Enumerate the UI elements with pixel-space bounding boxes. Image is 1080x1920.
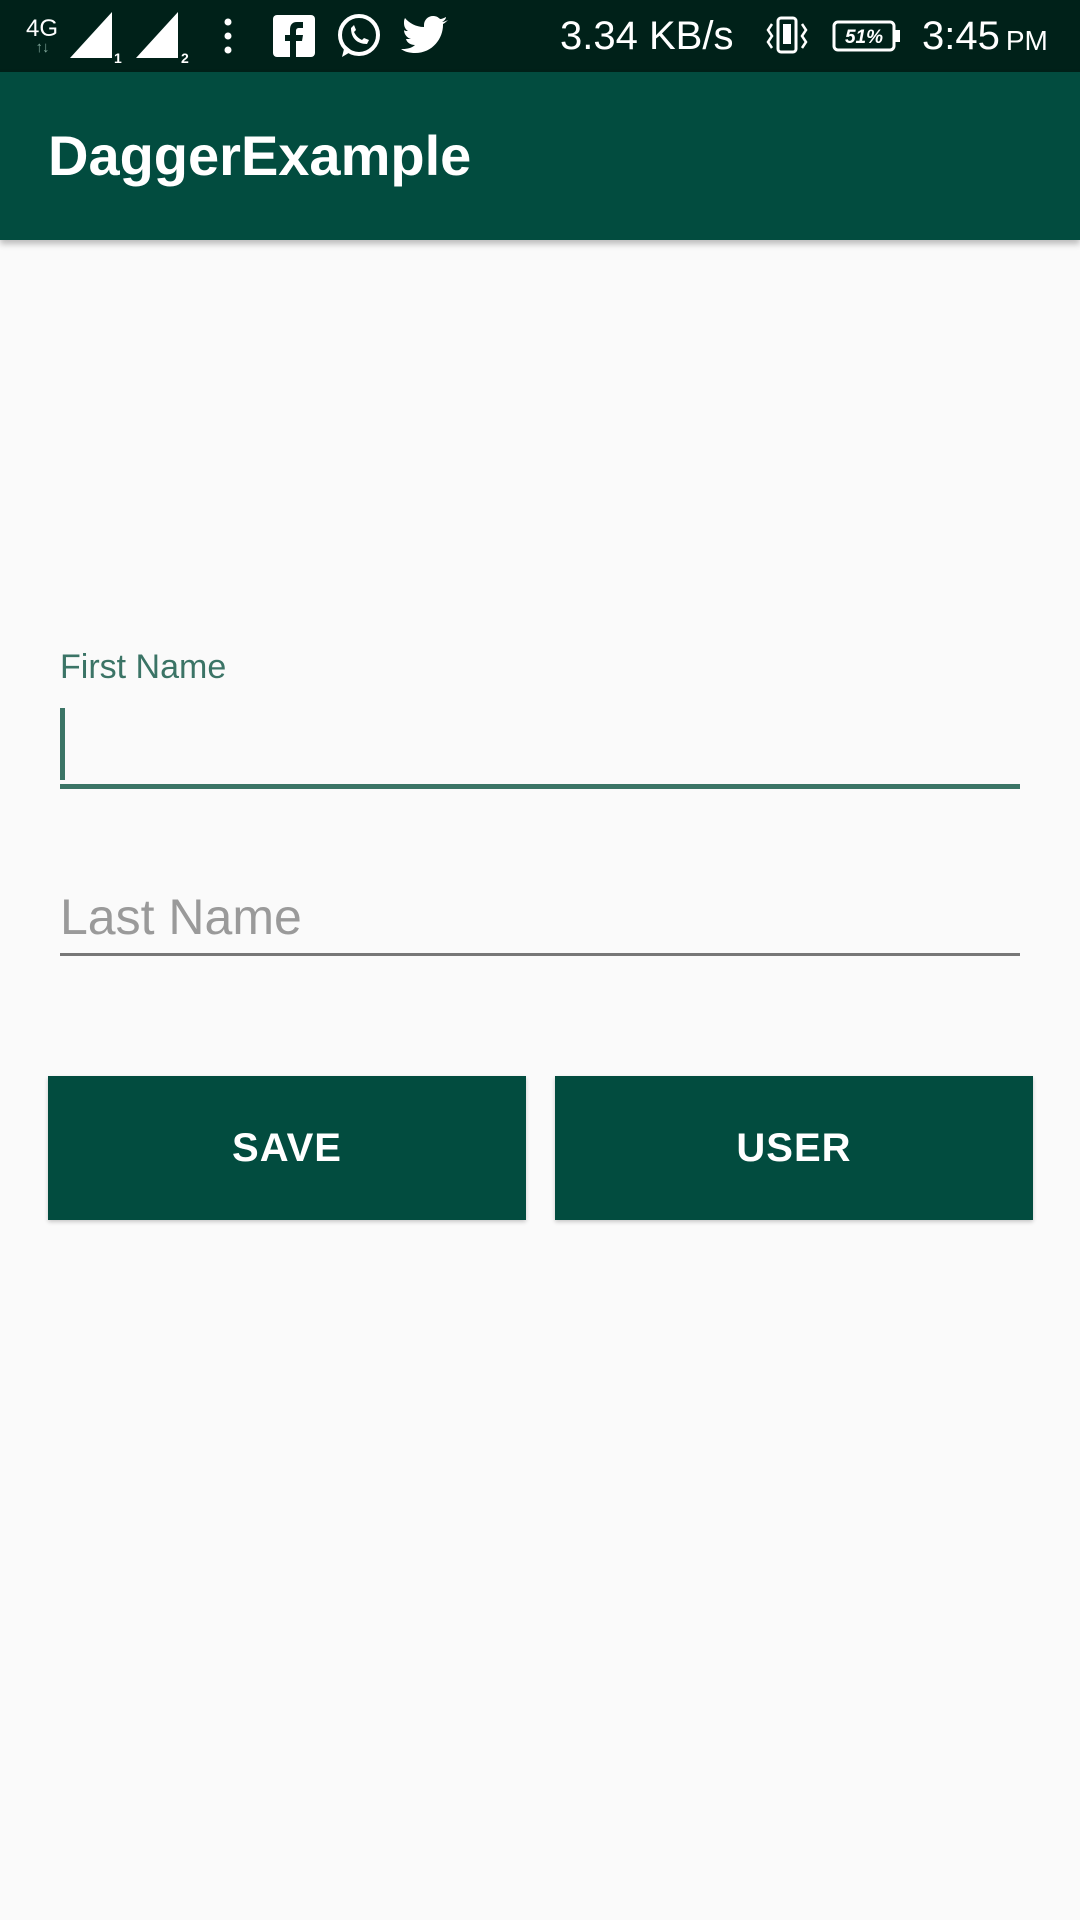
user-button[interactable]: USER <box>555 1076 1033 1220</box>
first-name-label: First Name <box>60 648 227 686</box>
more-dots-icon <box>218 0 238 72</box>
network-type: 4G <box>25 15 58 42</box>
facebook-icon <box>272 0 316 72</box>
last-name-field[interactable]: Last Name <box>60 888 1020 968</box>
clock-ampm: PM <box>1005 25 1048 56</box>
last-name-underline <box>60 953 1020 956</box>
data-arrows-icon: ↑↓ <box>35 39 50 56</box>
sim2-number: 2 <box>181 50 189 66</box>
first-name-underline <box>60 784 1020 789</box>
clock-time: 3:45 <box>922 13 1000 58</box>
whatsapp-icon <box>334 0 384 72</box>
twitter-icon <box>400 0 450 72</box>
network-speed: 3.34 KB/s <box>560 13 734 58</box>
signal-sim2-icon: 2 <box>134 0 194 72</box>
sim1-number: 1 <box>114 50 122 66</box>
vibrate-icon <box>762 0 810 72</box>
first-name-field[interactable]: First Name <box>60 648 1020 798</box>
signal-sim1-icon: 1 <box>68 0 122 72</box>
clock: 3:45 PM <box>922 0 1048 72</box>
last-name-placeholder: Last Name <box>60 889 302 945</box>
app-title: DaggerExample <box>48 124 472 187</box>
text-cursor <box>60 708 65 780</box>
battery-icon: 51% <box>832 0 902 72</box>
network-indicator: 4G ↑↓ <box>22 0 62 72</box>
battery-percent: 51% <box>845 27 883 48</box>
status-bar: 4G ↑↓ 1 2 3.34 KB/s 51% 3:45 PM <box>0 0 1080 72</box>
save-button[interactable]: SAVE <box>48 1076 526 1220</box>
app-bar: DaggerExample <box>0 72 1080 240</box>
